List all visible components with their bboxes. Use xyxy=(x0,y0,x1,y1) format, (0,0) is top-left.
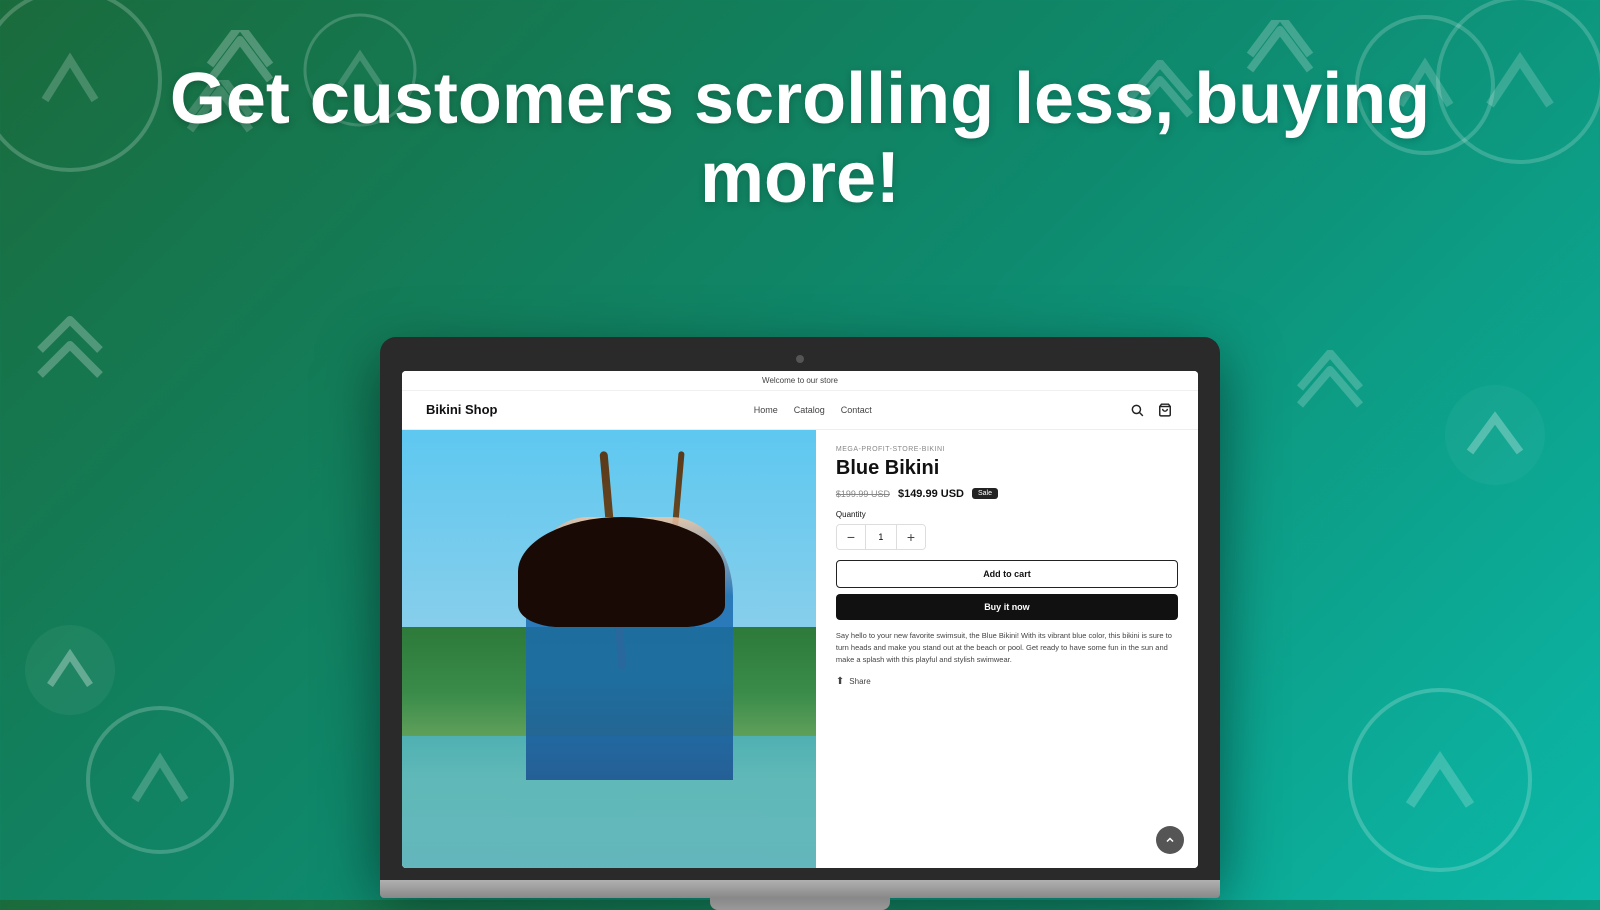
laptop-mockup: Welcome to our store Bikini Shop Home Ca… xyxy=(380,337,1220,910)
store-ui: Welcome to our store Bikini Shop Home Ca… xyxy=(402,371,1198,869)
quantity-value: 1 xyxy=(865,525,897,549)
search-icon[interactable] xyxy=(1128,401,1146,419)
nav-catalog[interactable]: Catalog xyxy=(794,405,825,415)
header-icons xyxy=(1128,401,1174,419)
product-vendor: MEGA-PROFIT-STORE-BIKINI xyxy=(836,446,1178,453)
laptop-camera xyxy=(796,355,804,363)
original-price: $199.99 USD xyxy=(836,489,890,499)
store-top-bar: Welcome to our store xyxy=(402,371,1198,391)
cart-icon[interactable] xyxy=(1156,401,1174,419)
product-image-area xyxy=(402,430,816,869)
store-nav: Home Catalog Contact xyxy=(754,405,872,415)
quantity-decrease-button[interactable]: − xyxy=(837,525,865,549)
product-description: Say hello to your new favorite swimsuit,… xyxy=(836,630,1178,666)
nav-contact[interactable]: Contact xyxy=(841,405,872,415)
scroll-to-top-button[interactable] xyxy=(1156,826,1184,854)
sale-badge: Sale xyxy=(972,488,998,499)
nav-home[interactable]: Home xyxy=(754,405,778,415)
quantity-label: Quantity xyxy=(836,510,1178,519)
product-title: Blue Bikini xyxy=(836,457,1178,480)
quantity-increase-button[interactable]: + xyxy=(897,525,925,549)
laptop-screen: Welcome to our store Bikini Shop Home Ca… xyxy=(402,371,1198,869)
quantity-control[interactable]: − 1 + xyxy=(836,524,926,550)
sale-price: $149.99 USD xyxy=(898,488,964,500)
add-to-cart-button[interactable]: Add to cart xyxy=(836,560,1178,588)
main-headline: Get customers scrolling less, buying mor… xyxy=(0,60,1600,218)
product-price-row: $199.99 USD $149.99 USD Sale xyxy=(836,488,1178,500)
product-details: MEGA-PROFIT-STORE-BIKINI Blue Bikini $19… xyxy=(816,430,1198,869)
store-main-content: MEGA-PROFIT-STORE-BIKINI Blue Bikini $19… xyxy=(402,430,1198,869)
buy-now-button[interactable]: Buy it now xyxy=(836,594,1178,620)
laptop-base xyxy=(380,880,1220,898)
share-icon: ⬆ xyxy=(836,676,844,687)
store-logo: Bikini Shop xyxy=(426,402,498,417)
share-label: Share xyxy=(849,677,870,686)
store-header: Bikini Shop Home Catalog Contact xyxy=(402,391,1198,430)
share-row[interactable]: ⬆ Share xyxy=(836,676,1178,687)
